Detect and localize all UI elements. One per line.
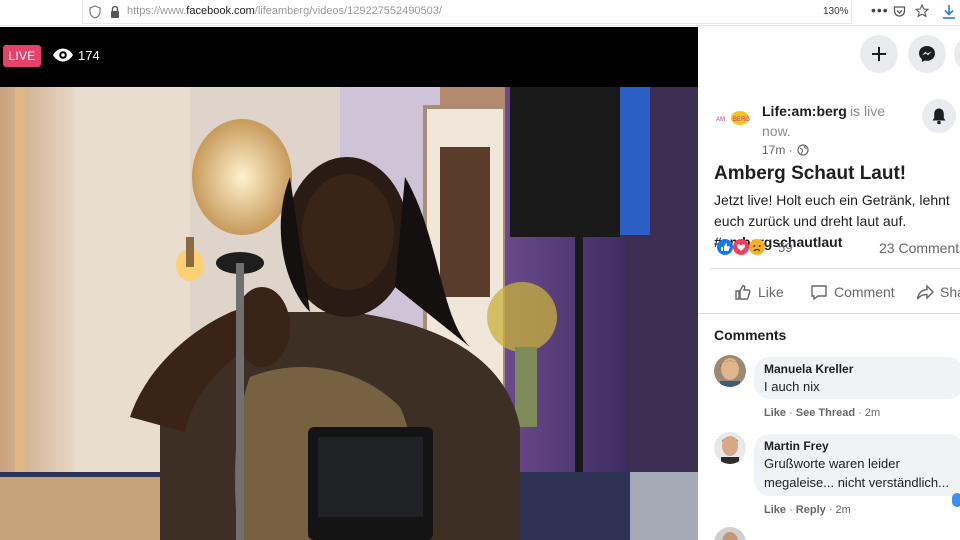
bookmark-star-icon[interactable] (915, 4, 929, 18)
share-button[interactable]: Share (916, 283, 960, 301)
avatar-image (714, 432, 746, 464)
comment-button[interactable]: Comment (810, 283, 895, 301)
avatar[interactable] (714, 527, 746, 540)
address-bar[interactable]: https://www.facebook.com/lifeamberg/vide… (82, 0, 929, 24)
scroll-indicator[interactable] (952, 493, 960, 507)
comment-count[interactable]: 23 Comments (879, 240, 960, 256)
description-text: Jetzt live! Holt euch ein Getränk, lehnt… (714, 192, 950, 229)
comment-meta: Like · See Thread · 2m (764, 407, 881, 419)
video-player[interactable]: LIVE 174 (0, 27, 698, 540)
reactions-icons[interactable] (716, 238, 772, 256)
comment-time[interactable]: 2m (836, 504, 851, 516)
lock-icon[interactable] (109, 5, 121, 19)
messenger-button[interactable] (908, 35, 946, 73)
avatar[interactable] (714, 432, 746, 464)
live-badge: LIVE (3, 45, 41, 67)
page-logo[interactable]: AM BERG (716, 109, 750, 127)
page-actions-icon[interactable]: ••• (871, 2, 889, 18)
comment-time[interactable]: 2m (865, 407, 880, 419)
see-thread-link[interactable]: See Thread (796, 407, 855, 419)
share-label: Share (940, 284, 960, 300)
video-header: LIVE 174 (0, 27, 698, 87)
like-label: Like (758, 284, 784, 300)
live-video-frame (0, 87, 698, 540)
comment-label: Comment (834, 284, 895, 300)
share-icon (916, 284, 934, 300)
account-button[interactable] (954, 35, 960, 73)
comment-author[interactable]: Martin Frey (764, 439, 829, 453)
reaction-count[interactable]: 59 (778, 240, 792, 255)
post-side-panel: AM BERG Life:am:berg is live now. 17m · A… (698, 27, 960, 540)
comment-like-link[interactable]: Like (764, 504, 786, 516)
download-icon[interactable] (942, 4, 956, 20)
divider (710, 268, 960, 269)
eye-icon (53, 48, 73, 62)
comments-heading: Comments (714, 327, 787, 343)
avatar[interactable] (714, 355, 746, 387)
svg-text:AM: AM (716, 117, 725, 123)
comment-icon (811, 285, 827, 301)
page-name-link[interactable]: Life:am:berg (762, 103, 847, 119)
url-text[interactable]: https://www.facebook.com/lifeamberg/vide… (127, 5, 442, 17)
avatar-image (714, 355, 746, 387)
shield-icon[interactable] (89, 5, 101, 19)
live-status-text-2: now. (762, 123, 791, 139)
messenger-icon (919, 46, 935, 62)
like-icon (735, 284, 751, 300)
comment-like-link[interactable]: Like (764, 407, 786, 419)
post-title: Amberg Schaut Laut! (714, 163, 907, 184)
comment-text: Grußworte waren leider megaleise... nich… (764, 456, 949, 490)
plus-icon (872, 47, 886, 61)
create-button[interactable] (860, 35, 898, 73)
pocket-icon[interactable] (893, 5, 906, 18)
live-status-text: is live (850, 103, 886, 119)
viewer-count: 174 (78, 48, 100, 63)
divider (698, 313, 960, 314)
avatar-image (714, 527, 746, 540)
globe-icon (797, 144, 809, 156)
bell-icon (932, 108, 946, 125)
like-button[interactable]: Like (734, 283, 784, 301)
svg-text:BERG: BERG (733, 117, 750, 123)
post-timestamp[interactable]: 17m · (762, 143, 793, 157)
zoom-level[interactable]: 130% (823, 6, 849, 17)
follow-notifications-button[interactable] (922, 99, 956, 133)
browser-toolbar: https://www.facebook.com/lifeamberg/vide… (0, 0, 960, 26)
comment-text: I auch nix (764, 379, 820, 394)
reply-link[interactable]: Reply (796, 504, 826, 516)
comment-meta: Like · Reply · 2m (764, 504, 851, 516)
comment-author[interactable]: Manuela Kreller (764, 362, 853, 376)
